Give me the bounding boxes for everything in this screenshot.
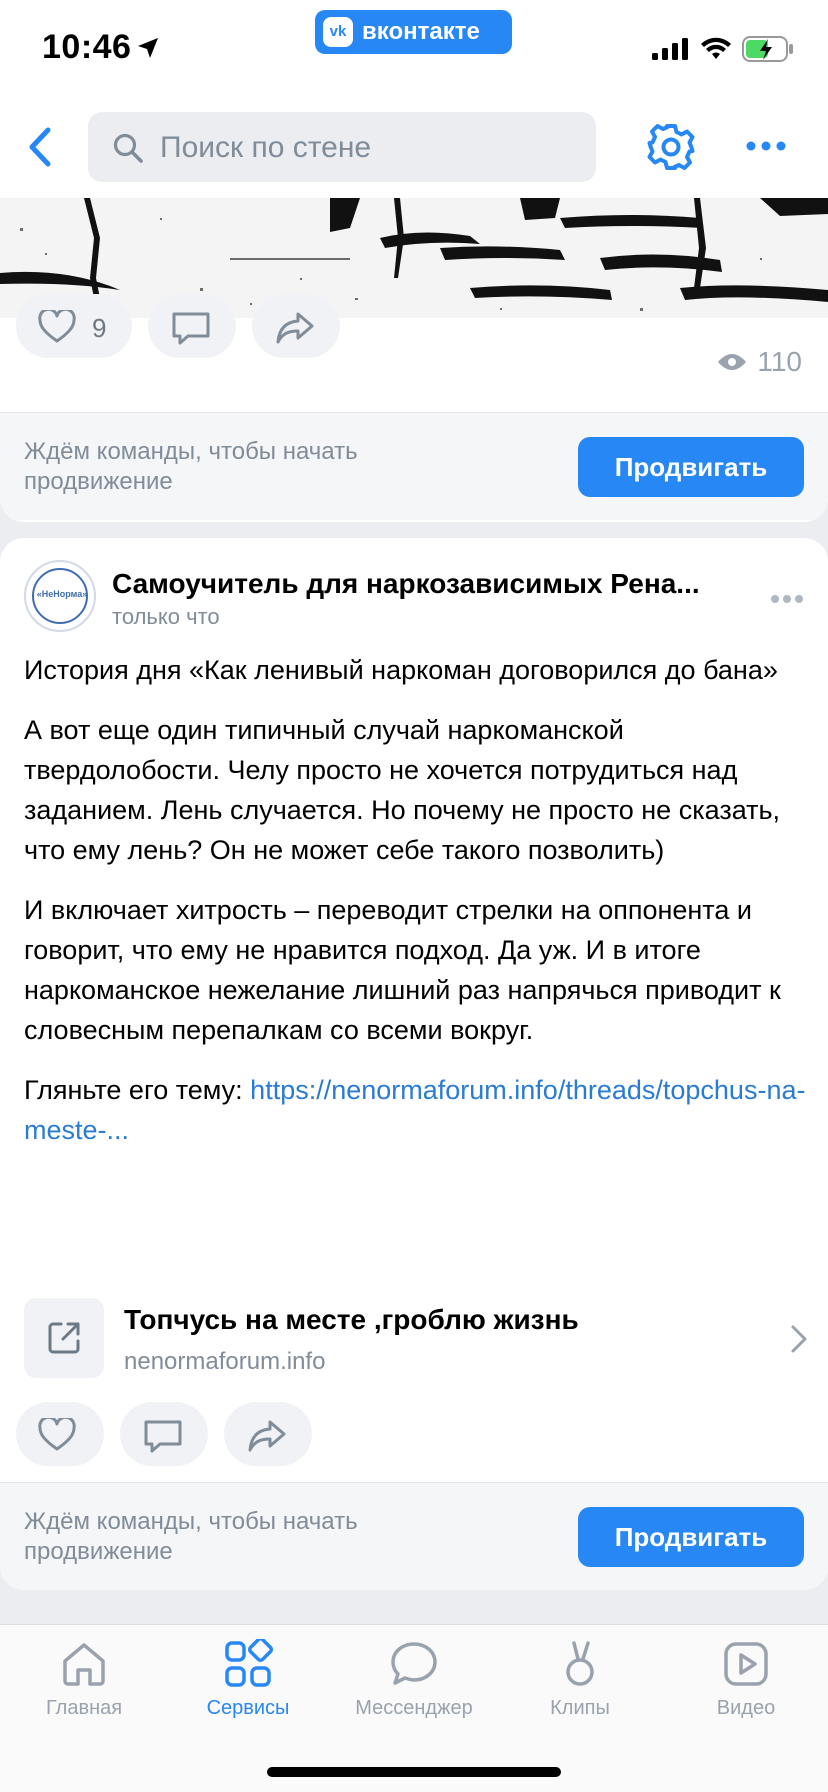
- link-snippet-domain: nenormaforum.info: [124, 1348, 326, 1375]
- tab-services[interactable]: Сервисы: [178, 1639, 318, 1720]
- tab-messenger[interactable]: Мессенджер: [344, 1639, 484, 1720]
- home-icon: [63, 1643, 105, 1686]
- post-paragraph-link: Гляньте его тему: https://nenormaforum.i…: [24, 1070, 808, 1150]
- community-avatar[interactable]: «НеНорма»: [24, 560, 96, 632]
- messenger-icon: [391, 1642, 437, 1685]
- promotion-banner: Ждём команды, чтобы начать продвижение П…: [0, 1482, 828, 1590]
- status-icons: [652, 36, 794, 62]
- view-count: 110: [757, 346, 802, 377]
- back-arrow-icon[interactable]: [20, 122, 60, 172]
- like-count: 9: [92, 313, 107, 343]
- heart-icon: [38, 310, 76, 343]
- services-icon: [225, 1639, 273, 1687]
- avatar-seal: «НеНорма»: [32, 568, 88, 624]
- comment-icon: [172, 312, 210, 345]
- link-snippet-title: Топчусь на месте ,гроблю жизнь: [124, 1304, 579, 1335]
- video-icon: [724, 1642, 768, 1686]
- promotion-banner: Ждём команды, чтобы начать продвижение П…: [0, 412, 828, 520]
- tab-clips-label: Клипы: [550, 1697, 610, 1719]
- wall-search-input[interactable]: Поиск по стене: [88, 112, 596, 182]
- status-bar: 10:46 vk вконтакте: [0, 0, 828, 100]
- like-button[interactable]: 9: [16, 294, 132, 358]
- external-link-icon: [48, 1322, 80, 1354]
- share-button[interactable]: [224, 1402, 312, 1466]
- vk-logo-icon: vk: [323, 17, 353, 47]
- tab-messenger-label: Мессенджер: [355, 1697, 473, 1719]
- settings-gear-icon[interactable]: [646, 122, 696, 172]
- more-options-icon[interactable]: [746, 140, 786, 152]
- tab-services-label: Сервисы: [206, 1697, 290, 1719]
- wifi-icon: [701, 37, 731, 59]
- vk-app-badge-label: вконтакте: [362, 18, 480, 45]
- link-snippet[interactable]: Топчусь на месте ,гроблю жизнь nenormafo…: [24, 1298, 808, 1380]
- share-button[interactable]: [252, 294, 340, 358]
- comment-button[interactable]: [148, 294, 236, 358]
- tab-home-label: Главная: [45, 1697, 123, 1719]
- battery-charging-icon: [742, 36, 793, 62]
- comment-icon: [144, 1420, 182, 1453]
- promotion-status-text: Ждём команды, чтобы начать продвижение: [24, 438, 358, 495]
- wall-header: Поиск по стене: [0, 100, 828, 198]
- promotion-status-text: Ждём команды, чтобы начать продвижение: [24, 1508, 358, 1565]
- post-paragraph: История дня «Как ленивый наркоман догово…: [24, 655, 778, 685]
- link-snippet-thumb: [24, 1298, 104, 1378]
- tab-video[interactable]: Видео: [676, 1639, 816, 1720]
- chevron-right-icon: [791, 1325, 807, 1353]
- eye-icon: [718, 354, 747, 370]
- cellular-signal-icon: [652, 38, 688, 60]
- post-paragraph: И включает хитрость – переводит стрелки …: [24, 895, 781, 1045]
- search-placeholder: Поиск по стене: [160, 131, 372, 164]
- tab-clips[interactable]: Клипы: [510, 1639, 650, 1720]
- post-text: История дня «Как ленивый наркоман догово…: [24, 650, 808, 1170]
- comment-button[interactable]: [120, 1402, 208, 1466]
- home-indicator: [267, 1767, 561, 1777]
- heart-icon: [38, 1418, 76, 1451]
- promote-button[interactable]: Продвигать: [578, 1507, 804, 1567]
- post-card-previous: 9 110 Ждём команды, чтобы начать продвиж…: [0, 198, 828, 522]
- like-button[interactable]: [16, 1402, 104, 1466]
- link-prefix: Гляньте его тему:: [24, 1075, 251, 1105]
- brick-wall-illustration: [0, 198, 828, 318]
- status-time: 10:46: [42, 28, 132, 66]
- post-more-options-icon[interactable]: [770, 594, 804, 604]
- location-arrow-icon: [138, 38, 158, 58]
- share-arrow-icon: [276, 312, 314, 344]
- promote-button[interactable]: Продвигать: [578, 437, 804, 497]
- tab-video-label: Видео: [716, 1697, 776, 1719]
- search-icon: [113, 133, 143, 163]
- post-paragraph: А вот еще один типичный случай наркоманс…: [24, 715, 781, 865]
- view-counter: 110: [717, 346, 802, 378]
- clips-icon: [566, 1641, 594, 1686]
- post-image-brick-wall[interactable]: [0, 198, 828, 318]
- post-timestamp: только что: [112, 604, 220, 629]
- post-card: «НеНорма» Самоучитель для наркозависимых…: [0, 538, 828, 1590]
- tab-home[interactable]: Главная: [14, 1639, 154, 1720]
- avatar-logo-text: «НеНорма»: [36, 589, 88, 599]
- share-arrow-icon: [248, 1420, 286, 1452]
- post-author-name[interactable]: Самоучитель для наркозависимых Рена...: [112, 568, 732, 600]
- vk-app-badge[interactable]: vk вконтакте: [315, 10, 512, 54]
